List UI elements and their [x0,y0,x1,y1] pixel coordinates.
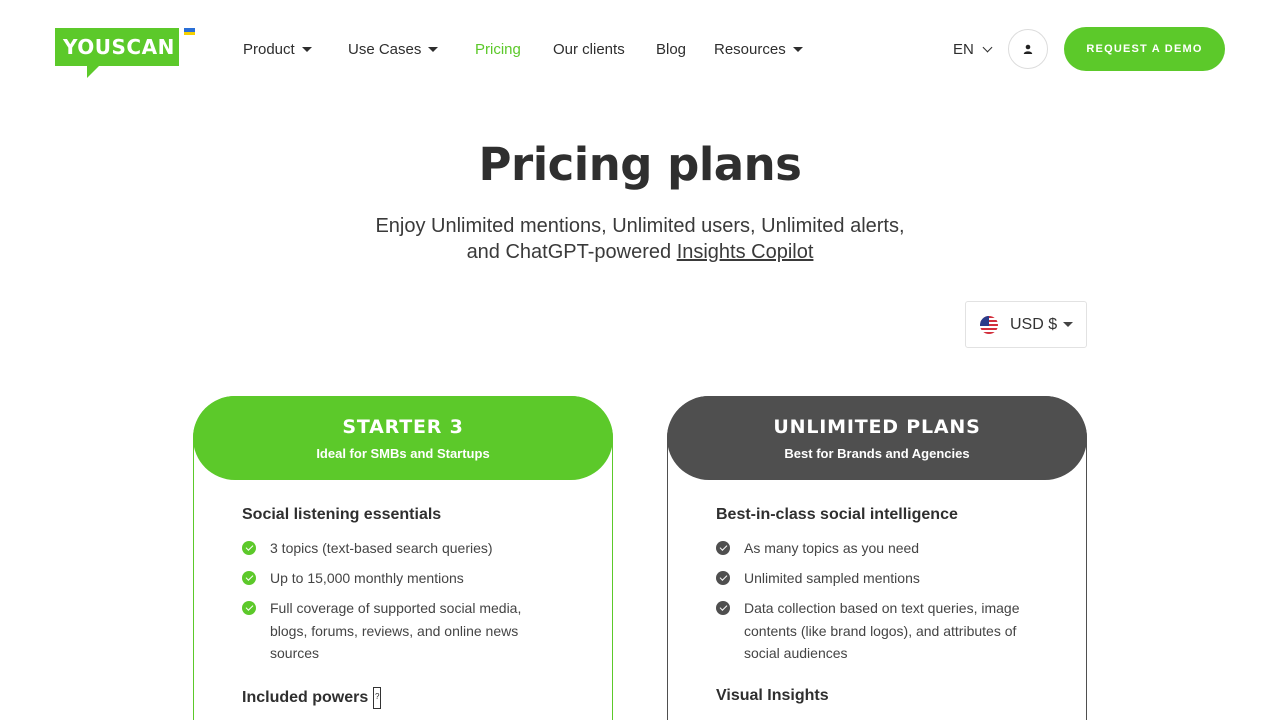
feature-list: 3 topics (text-based search queries) Up … [242,537,562,672]
logo-text: YOUSCAN [55,28,179,66]
list-item: 3 topics (text-based search queries) [242,537,562,560]
feature-text: Full coverage of supported social media,… [270,600,522,661]
nav-item-label: Resources [714,40,786,58]
subtitle-line-1: Enjoy Unlimited mentions, Unlimited user… [375,215,905,237]
caret-down-icon [1063,322,1074,327]
feature-text: Unlimited sampled mentions [744,570,920,586]
plan-header: UNLIMITED PLANS Best for Brands and Agen… [667,396,1087,480]
check-circle-icon [716,571,730,585]
included-powers-title: Included powers? [242,687,382,709]
nav-item-label: Product [243,40,295,58]
request-demo-button[interactable]: REQUEST A DEMO [1064,27,1225,71]
currency-label: USD $ [1010,315,1058,333]
caret-down-icon [301,46,312,52]
user-icon [1023,44,1033,54]
nav-item-our-clients[interactable]: Our clients [553,38,625,60]
account-button[interactable] [1008,29,1048,69]
section-title: Included powers [242,689,369,707]
nav-item-label: Our clients [553,40,625,58]
section-title: Best-in-class social intelligence [716,506,958,523]
youscan-logo[interactable]: YOUSCAN [55,28,195,80]
nav-item-use-cases[interactable]: Use Cases [348,38,439,60]
subtitle-line-2: and ChatGPT-powered Insights Copilot [0,239,1280,265]
check-circle-icon [716,601,730,615]
plan-card-unlimited: UNLIMITED PLANS Best for Brands and Agen… [667,396,1087,720]
chevron-down-icon [982,42,993,52]
nav-item-label: Use Cases [348,40,422,58]
us-flag-icon [980,315,998,334]
feature-list: As many topics as you need Unlimited sam… [716,537,1036,672]
section-title: Social listening essentials [242,506,442,523]
feature-text: Up to 15,000 monthly mentions [270,570,464,586]
nav-item-label: Pricing [475,40,521,58]
check-circle-icon [242,541,256,555]
nav-item-pricing[interactable]: Pricing [475,38,521,60]
subtitle-prefix: and ChatGPT-powered [466,241,677,263]
list-item: Up to 15,000 monthly mentions [242,567,562,590]
page-title: Pricing plans [478,138,802,191]
caret-down-icon [428,46,439,52]
language-label: EN [953,40,974,58]
plan-name: UNLIMITED PLANS [773,416,981,438]
logo-speech-tail [87,64,101,78]
feature-text: Data collection based on text queries, i… [744,600,1020,661]
currency-selector[interactable]: USD $ [965,301,1087,348]
ukraine-flag-icon [184,28,195,35]
plan-tagline: Best for Brands and Agencies [784,446,970,461]
plan-card-starter: STARTER 3 Ideal for SMBs and Startups So… [193,396,613,720]
list-item: Unlimited sampled mentions [716,567,1036,590]
check-circle-icon [242,601,256,615]
plan-tagline: Ideal for SMBs and Startups [316,446,490,461]
nav-item-blog[interactable]: Blog [656,38,686,60]
check-circle-icon [242,571,256,585]
language-selector[interactable]: EN [953,38,993,60]
site-header: YOUSCAN Product Use Cases Pricing Our cl… [0,0,1280,98]
help-icon[interactable]: ? [373,687,382,709]
list-item: Data collection based on text queries, i… [716,597,1046,665]
feature-text: 3 topics (text-based search queries) [270,540,493,556]
nav-item-resources[interactable]: Resources [714,38,803,60]
list-item: Full coverage of supported social media,… [242,597,542,665]
list-item: As many topics as you need [716,537,1036,560]
feature-text: As many topics as you need [744,540,920,556]
insights-copilot-link[interactable]: Insights Copilot [677,241,814,263]
page-subtitle: Enjoy Unlimited mentions, Unlimited user… [0,213,1280,265]
nav-item-label: Blog [656,40,687,58]
caret-down-icon [792,46,803,52]
section-title: Visual Insights [716,687,829,704]
plan-header: STARTER 3 Ideal for SMBs and Startups [193,396,613,480]
nav-item-product[interactable]: Product [243,38,312,60]
check-circle-icon [716,541,730,555]
plan-name: STARTER 3 [342,416,464,438]
